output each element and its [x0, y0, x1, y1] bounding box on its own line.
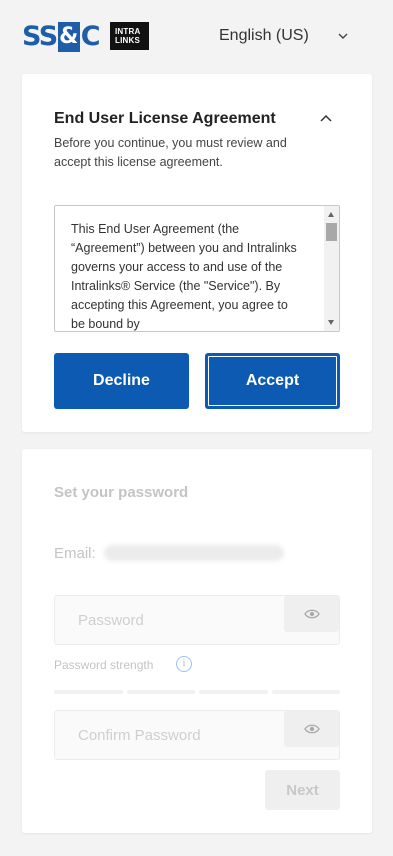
eula-card: End User License Agreement Before you co… [22, 74, 372, 432]
intralinks-logo-line2: LINKS [115, 36, 140, 45]
intralinks-logo: INTRA LINKS [110, 22, 149, 50]
strength-bar-segment [54, 690, 123, 694]
password-strength-meter [54, 690, 340, 694]
email-value-redacted [104, 545, 284, 561]
scroll-up-arrow-icon[interactable] [328, 212, 334, 217]
scroll-down-arrow-icon[interactable] [328, 320, 334, 325]
decline-button[interactable]: Decline [54, 353, 189, 409]
agreement-scrollbar[interactable] [324, 206, 339, 331]
set-password-card: Set your password Email: Password Passwo… [22, 449, 372, 833]
password-strength-label: Password strength [54, 658, 154, 672]
set-password-title: Set your password [54, 484, 189, 501]
next-button[interactable]: Next [265, 770, 340, 810]
agreement-text-box[interactable]: This End User Agreement (the “Agreement”… [54, 205, 340, 332]
show-confirm-password-button[interactable] [284, 711, 339, 747]
confirm-password-placeholder: Confirm Password [78, 727, 201, 744]
accept-button[interactable]: Accept [205, 353, 340, 409]
ssc-logo[interactable]: SS & C [22, 21, 101, 52]
strength-bar-segment [271, 690, 340, 694]
eula-title: End User License Agreement [54, 110, 276, 127]
eula-description: Before you continue, you must review and… [54, 136, 287, 169]
language-selector[interactable]: English (US) [219, 27, 309, 45]
confirm-password-field[interactable]: Confirm Password [54, 710, 340, 760]
chevron-down-icon[interactable] [338, 31, 348, 41]
eye-icon [303, 609, 320, 619]
strength-bar-segment [199, 690, 268, 694]
info-icon[interactable]: i [176, 656, 192, 672]
ssc-logo-left: SS [22, 21, 58, 52]
show-password-button[interactable] [284, 596, 339, 632]
intralinks-logo-line1: INTRA [115, 27, 141, 36]
strength-bar-segment [126, 690, 195, 694]
email-label: Email: [54, 545, 96, 562]
ssc-logo-amp: & [57, 22, 80, 52]
agreement-text: This End User Agreement (the “Agreement”… [71, 222, 297, 331]
eye-icon [303, 724, 320, 734]
password-placeholder: Password [78, 612, 144, 629]
scrollbar-thumb[interactable] [326, 223, 337, 241]
password-field[interactable]: Password [54, 595, 340, 645]
chevron-up-icon[interactable] [319, 113, 333, 123]
ssc-logo-right: C [80, 21, 101, 52]
header: SS & C INTRA LINKS English (US) [0, 0, 393, 74]
